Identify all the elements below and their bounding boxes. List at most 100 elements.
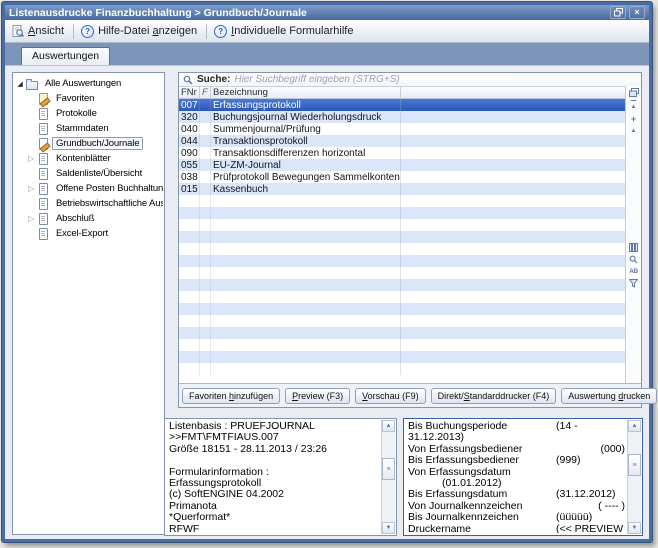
cell-bezeichnung (211, 195, 401, 207)
parameter-value: (999) (556, 455, 581, 466)
column-header-bezeichnung[interactable]: Bezeichnung (211, 87, 401, 98)
cell-fnr (179, 303, 200, 315)
table-row-015[interactable]: 015Kassenbuch (179, 183, 626, 195)
document-icon (37, 123, 49, 135)
column-chooser-icon[interactable] (629, 86, 639, 98)
table-row-empty (179, 267, 626, 279)
tab-band: Auswertungen (5, 43, 649, 66)
table-body: 007Erfassungsprotokoll320Buchungsjournal… (179, 99, 626, 384)
button-auswertung-drucken[interactable]: Auswertung drucken (561, 388, 657, 404)
tree-collapsed-icon[interactable]: ▷ (26, 184, 36, 193)
close-button[interactable]: × (629, 6, 645, 19)
table-row-055[interactable]: 055EU-ZM-Journal (179, 159, 626, 171)
cell-f (200, 267, 211, 279)
search-bar[interactable]: Suche: Hier Suchbegriff eingeben (STRG+S… (179, 73, 641, 87)
tree-item-saldenliste-bersicht[interactable]: Saldenliste/Übersicht (13, 166, 164, 181)
cell-extra (401, 183, 626, 195)
scroll-up-icon[interactable]: ▲ (631, 125, 637, 137)
tree-item-label: Abschluß (52, 212, 98, 225)
cell-fnr (179, 267, 200, 279)
toolbar-button-ansicht[interactable]: Ansicht (8, 23, 70, 39)
tree-item-betriebswirtschaftliche-auswertungen[interactable]: Betriebswirtschaftliche Auswertungen (13, 196, 164, 211)
tree-collapsed-icon[interactable]: ▷ (26, 214, 36, 223)
parameter-label: Von Erfassungsdatum (408, 466, 511, 478)
search-icon (183, 75, 193, 85)
form-info-scrollbar[interactable]: ▲ ≡ ▼ (381, 420, 395, 534)
document-icon (37, 183, 49, 195)
cell-f (200, 147, 211, 159)
parameter-info-scrollbar[interactable]: ▲ ≡ ▼ (627, 420, 641, 534)
tree-expanded-icon[interactable]: ◢ (15, 80, 25, 88)
button-direkt-standarddrucker-f4[interactable]: Direkt/Standarddrucker (F4) (431, 388, 557, 404)
columns-icon[interactable] (629, 241, 638, 253)
tree-item-abschlu[interactable]: ▷ Abschluß (13, 211, 164, 226)
tree-item-offene-posten-buchhaltung[interactable]: ▷Offene Posten Buchhaltung (13, 181, 164, 196)
scrollbar-thumb[interactable]: ≡ (628, 454, 641, 476)
sort-icon[interactable]: AB (629, 265, 637, 277)
cell-bezeichnung (211, 351, 401, 363)
restore-icon (614, 8, 623, 17)
tree-item-kontenbl-tter[interactable]: ▷Kontenblätter (13, 151, 164, 166)
column-header-f[interactable]: F (200, 87, 211, 98)
cell-extra (401, 267, 626, 279)
toolbar-button-individuelle-formularhilfe[interactable]: ?Individuelle Formularhilfe (210, 23, 359, 40)
tree-item-label: Alle Auswertungen (41, 77, 125, 90)
tree-collapsed-icon[interactable]: ▷ (26, 154, 36, 163)
cell-f (200, 135, 211, 147)
tree-item-protokolle[interactable]: Protokolle (13, 106, 164, 121)
table-row-empty (179, 363, 626, 375)
parameter-value: (14 - (556, 421, 578, 432)
tree-item-stammdaten[interactable]: Stammdaten (13, 121, 164, 136)
info-line: *Querformat* (169, 512, 381, 523)
document-icon (37, 228, 49, 240)
help-icon: ? (81, 25, 94, 38)
cell-f (200, 207, 211, 219)
toolbar-separator (206, 24, 207, 39)
cell-f (200, 291, 211, 303)
cell-extra (401, 291, 626, 303)
cell-extra (401, 135, 626, 147)
search-icon[interactable] (629, 253, 638, 265)
tree-item-label: Excel-Export (52, 227, 112, 240)
scroll-down-arrow-icon[interactable]: ▼ (628, 522, 641, 534)
table-row-320[interactable]: 320Buchungsjournal Wiederholungsdruck (179, 111, 626, 123)
toolbar: Ansicht ?Hilfe-Datei anzeigen ?Individuell… (5, 20, 649, 43)
parameter-label: Bis Buchungsperiode (408, 421, 507, 432)
table-row-044[interactable]: 044Transaktionsprotokoll (179, 135, 626, 147)
scroll-up-arrow-icon[interactable]: ▲ (382, 420, 395, 432)
toolbar-button-hilfe-datei-anzeigen[interactable]: ?Hilfe-Datei anzeigen (77, 23, 203, 40)
tree-item-favoriten[interactable]: Favoriten (13, 91, 164, 106)
button-vorschau-f9[interactable]: Vorschau (F9) (355, 388, 426, 404)
table-row-040[interactable]: 040Summenjournal/Prüfung (179, 123, 626, 135)
tree-item-excel-export[interactable]: Excel-Export (13, 226, 164, 241)
tab-auswertungen[interactable]: Auswertungen (21, 47, 110, 65)
scroll-down-arrow-icon[interactable]: ▼ (382, 522, 395, 534)
cell-bezeichnung (211, 207, 401, 219)
cell-fnr (179, 327, 200, 339)
scrollbar-thumb[interactable]: ≡ (382, 458, 395, 480)
table-row-038[interactable]: 038Prüfprotokoll Bewegungen Sammelkonten (179, 171, 626, 183)
tree-item-alle-auswertungen[interactable]: ◢ Alle Auswertungen (13, 76, 164, 91)
scroll-up-arrow-icon[interactable]: ▲ (628, 420, 641, 432)
button-favoriten-hinzuf-gen[interactable]: Favoriten hinzufügen (182, 388, 280, 404)
document-icon (37, 168, 49, 180)
title-bar[interactable]: Listenausdrucke Finanzbuchhaltung > Grun… (5, 5, 649, 20)
button-preview-f3[interactable]: Preview (F3) (285, 388, 350, 404)
tree-item-grundbuch-journale[interactable]: Grundbuch/Journale (13, 136, 164, 151)
document-icon (37, 198, 49, 210)
filter-icon[interactable] (629, 277, 638, 289)
tree-item-label: Protokolle (52, 107, 101, 120)
cell-f (200, 315, 211, 327)
cell-f (200, 99, 211, 111)
table-row-007[interactable]: 007Erfassungsprotokoll (179, 99, 626, 111)
scroll-top-icon[interactable]: ▲ (631, 100, 637, 113)
restore-button[interactable] (610, 6, 626, 19)
expand-icon[interactable]: + (631, 113, 636, 125)
cell-bezeichnung: Transaktionsprotokoll (211, 135, 401, 147)
info-line (169, 455, 381, 466)
column-header-fnr[interactable]: FNr (179, 87, 200, 98)
column-header-extra[interactable] (401, 87, 626, 98)
content-area: ◢ Alle AuswertungenFavoritenProtokolleSta… (5, 66, 649, 539)
table-row-090[interactable]: 090Transaktionsdifferenzen horizontal (179, 147, 626, 159)
action-button-row: Favoriten hinzufügen Preview (F3) Vorschau… (179, 383, 641, 407)
